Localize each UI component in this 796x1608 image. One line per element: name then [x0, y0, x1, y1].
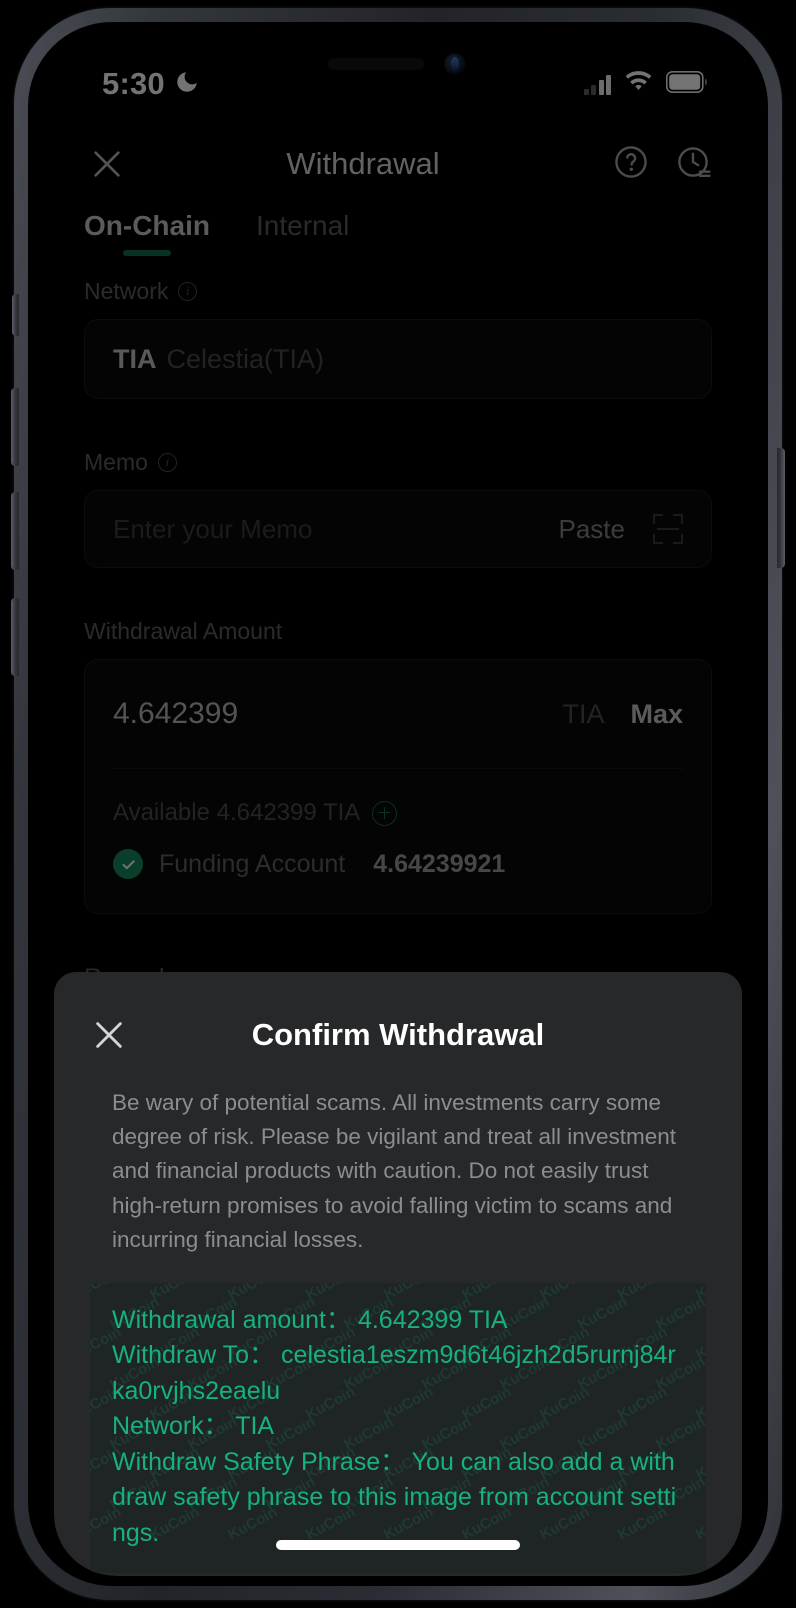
detail-row-withdraw-to: Withdraw To： celestia1eszm9d6t46jzh2d5ru…	[112, 1338, 684, 1409]
watermark-text: KuCoin	[381, 1282, 437, 1304]
detail-value: TIA	[235, 1412, 275, 1441]
modal-header: Confirm Withdrawal	[86, 1006, 710, 1064]
phone-screen: 5:30	[44, 32, 752, 1576]
withdrawal-details-box: KuCoin KuCoin KuCoin KuCoin KuCoin KuCoin KuCo…	[90, 1282, 706, 1574]
modal-warning-text: Be wary of potential scams. All investme…	[112, 1090, 677, 1252]
detail-row-network: Network： TIA	[112, 1409, 684, 1445]
modal-title: Confirm Withdrawal	[251, 1017, 545, 1052]
watermark-text: KuCoin	[693, 1443, 706, 1484]
watermark-text: KuCoin	[537, 1282, 593, 1304]
home-indicator[interactable]	[276, 1540, 520, 1550]
watermark-text: KuCoin	[693, 1282, 706, 1304]
watermark-text: KuCoin	[693, 1503, 706, 1544]
power-button[interactable]	[777, 448, 785, 568]
volume-extra-button[interactable]	[11, 598, 19, 676]
watermark-text: KuCoin	[303, 1282, 359, 1304]
detail-key: Withdraw To：	[112, 1341, 275, 1370]
watermark-text: KuCoin	[147, 1282, 203, 1304]
watermark-text: KuCoin	[693, 1383, 706, 1424]
detail-key: Withdrawal amount：	[112, 1305, 351, 1334]
volume-down-button[interactable]	[11, 492, 19, 570]
detail-value: 4.642399 TIA	[357, 1305, 508, 1334]
watermark-text: KuCoin	[693, 1323, 706, 1364]
detail-row-safety-phrase: Withdraw Safety Phrase： You can also add…	[112, 1445, 684, 1552]
watermark-text: KuCoin	[225, 1282, 281, 1304]
detail-row-withdrawal-amount: Withdrawal amount： 4.642399 TIA	[112, 1303, 684, 1339]
watermark-text: KuCoin	[615, 1282, 671, 1304]
phone-frame: 5:30	[11, 8, 785, 1600]
confirm-withdrawal-modal: Confirm Withdrawal Be wary of potential …	[54, 972, 742, 1576]
volume-up-button[interactable]	[11, 388, 19, 466]
watermark-text: KuCoin	[459, 1282, 515, 1304]
detail-key: Withdraw Safety Phrase：	[112, 1447, 406, 1476]
silent-switch-button[interactable]	[12, 294, 19, 336]
close-icon[interactable]	[86, 1012, 132, 1058]
detail-key: Network：	[112, 1412, 229, 1441]
watermark-text: KuCoin	[90, 1282, 125, 1304]
